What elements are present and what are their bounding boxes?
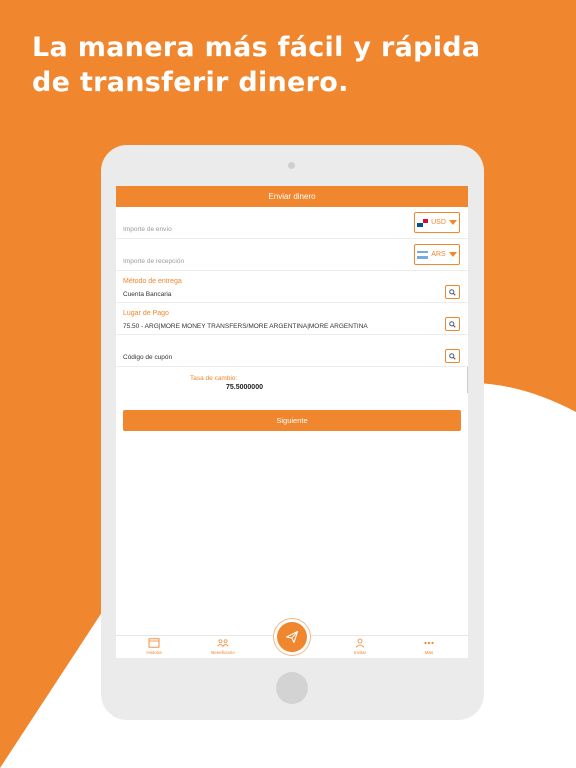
- headline: La manera más fácil y rápida de transfer…: [32, 30, 552, 100]
- invite-icon: [355, 638, 365, 648]
- headline-line-2: de transferir dinero.: [32, 67, 349, 98]
- tablet-home-button: [276, 672, 308, 704]
- nav-label-more: Más: [424, 650, 434, 655]
- send-currency-selector[interactable]: USD: [414, 212, 460, 233]
- history-icon: [148, 638, 160, 648]
- receive-amount-placeholder: Importe de recepción: [123, 258, 185, 265]
- payment-location-field[interactable]: Lugar de Pago 75.50 - ARG|MORE MONEY TRA…: [116, 303, 468, 335]
- chevron-down-icon: [448, 220, 457, 225]
- nav-item-history[interactable]: Historia: [134, 638, 174, 655]
- coupon-placeholder: Código de cupón: [123, 354, 173, 361]
- payment-location-search-button[interactable]: [445, 317, 460, 331]
- scrollbar[interactable]: [467, 367, 468, 393]
- exchange-rate-label: Tasa de cambio:: [190, 375, 238, 382]
- coupon-field[interactable]: Código de cupón: [116, 335, 468, 367]
- coupon-search-button[interactable]: [445, 349, 460, 363]
- receive-currency-selector[interactable]: ARS: [414, 244, 460, 265]
- send-amount-placeholder: Importe de envío: [123, 226, 172, 233]
- argentina-flag-icon: [417, 250, 429, 259]
- chevron-down-icon: [448, 252, 457, 257]
- app-header: Enviar dinero: [116, 186, 468, 207]
- delivery-method-field[interactable]: Método de entrega Cuenta Bancaria: [116, 271, 468, 303]
- nav-item-invite[interactable]: Invitar: [340, 638, 380, 655]
- search-icon: [449, 288, 456, 296]
- delivery-method-search-button[interactable]: [445, 285, 460, 299]
- nav-label-beneficiary: Beneficiario: [211, 650, 235, 655]
- nav-label-invite: Invitar: [353, 650, 367, 655]
- search-icon: [449, 320, 456, 328]
- payment-location-value: 75.50 - ARG|MORE MONEY TRANSFERS/MORE AR…: [123, 323, 368, 330]
- search-icon: [449, 352, 456, 360]
- nav-label-history: Historia: [146, 650, 162, 655]
- headline-line-1: La manera más fácil y rápida: [32, 32, 481, 63]
- send-currency-code: USD: [431, 219, 446, 226]
- send-amount-field[interactable]: Importe de envío USD: [116, 207, 468, 239]
- send-fab-button[interactable]: [277, 622, 307, 652]
- page-title: Enviar dinero: [268, 192, 316, 201]
- exchange-rate-value: 75.5000000: [226, 384, 263, 391]
- nav-item-beneficiary[interactable]: Beneficiario: [203, 638, 243, 655]
- panama-flag-icon: [417, 218, 429, 227]
- delivery-method-value: Cuenta Bancaria: [123, 291, 172, 298]
- app-screen: Enviar dinero Importe de envío USD Impor…: [116, 186, 468, 658]
- more-icon: [424, 641, 434, 645]
- receive-currency-code: ARS: [431, 251, 446, 258]
- next-button[interactable]: Siguiente: [123, 410, 461, 431]
- send-icon: [285, 630, 299, 644]
- receive-amount-field[interactable]: Importe de recepción ARS: [116, 239, 468, 271]
- exchange-rate: Tasa de cambio: 75.5000000: [116, 367, 468, 405]
- tablet-camera: [288, 162, 295, 169]
- delivery-method-label: Método de entrega: [123, 278, 182, 285]
- tablet-device: Enviar dinero Importe de envío USD Impor…: [101, 145, 484, 720]
- nav-item-more[interactable]: Más: [409, 638, 449, 655]
- beneficiary-icon: [217, 639, 229, 648]
- payment-location-label: Lugar de Pago: [123, 310, 169, 317]
